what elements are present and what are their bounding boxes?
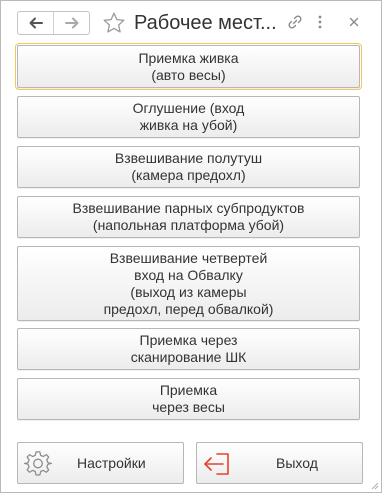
link-icon[interactable] bbox=[286, 13, 304, 31]
resize-grip-icon[interactable] bbox=[370, 481, 379, 490]
arrow-left-icon bbox=[29, 17, 43, 29]
more-vertical-icon[interactable] bbox=[311, 13, 329, 31]
back-button[interactable] bbox=[18, 12, 53, 34]
menu-button-priemka-zhivka[interactable]: Приемка живка (авто весы) bbox=[15, 43, 362, 90]
settings-button[interactable]: Настройки bbox=[17, 442, 184, 484]
menu-button-oglushenie[interactable]: Оглушение (вход живка на убой) bbox=[17, 96, 360, 138]
window-header: Рабочее мест... bbox=[1, 1, 381, 43]
navigation-buttons bbox=[17, 11, 90, 35]
window-title: Рабочее мест... bbox=[134, 12, 277, 34]
settings-button-label: Настройки bbox=[77, 455, 146, 471]
star-outline-icon[interactable] bbox=[102, 11, 126, 35]
gear-icon bbox=[24, 451, 52, 476]
exit-button-label: Выход bbox=[276, 455, 318, 471]
menu-button-priemka-vesy[interactable]: Приемка через весы bbox=[17, 378, 360, 420]
menu-button-vzveshivanie-subproduktov[interactable]: Взвешивание парных субпродуктов (напольн… bbox=[17, 196, 360, 238]
menu-button-vzveshivanie-chetvertey[interactable]: Взвешивание четвертей вход на Обвалку (в… bbox=[17, 246, 360, 321]
close-icon[interactable] bbox=[345, 13, 363, 31]
exit-arrow-icon bbox=[204, 453, 229, 475]
arrow-right-icon bbox=[64, 17, 78, 29]
menu-button-vzveshivanie-polutush[interactable]: Взвешивание полутуш (камера предохл) bbox=[17, 146, 360, 188]
menu-button-priemka-shk[interactable]: Приемка через сканирование ШК bbox=[17, 328, 360, 370]
app-window: Рабочее мест... Приемка живка (авто весы… bbox=[0, 0, 382, 493]
forward-button[interactable] bbox=[53, 12, 89, 34]
exit-button[interactable]: Выход bbox=[196, 442, 363, 484]
